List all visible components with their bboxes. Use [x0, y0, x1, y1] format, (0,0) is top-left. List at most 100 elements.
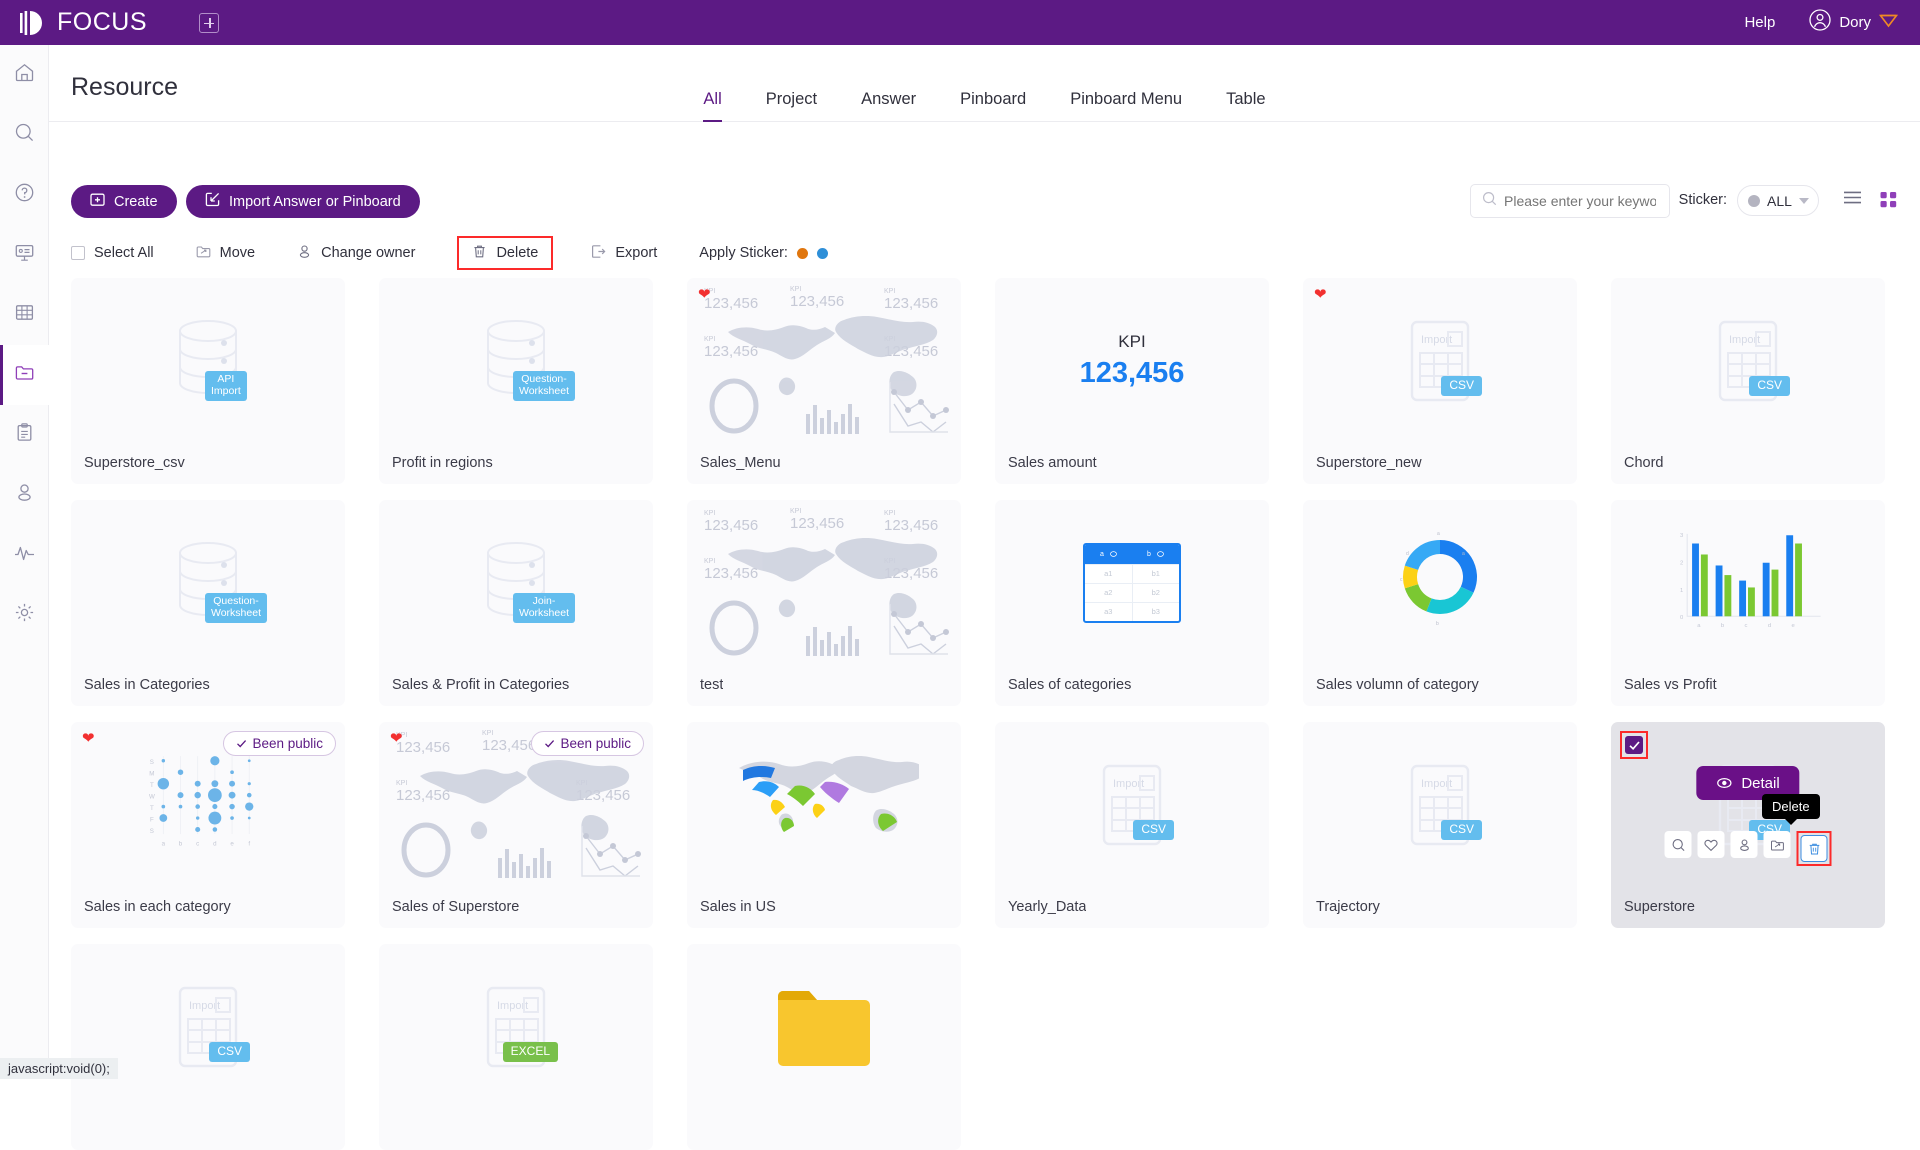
plus-square-icon[interactable] [199, 13, 219, 33]
card-thumbnail: 0123abcde [1611, 500, 1885, 665]
search-icon[interactable] [1665, 831, 1692, 858]
favorite-heart-icon[interactable]: ❤ [698, 287, 711, 302]
resource-card[interactable]: KPI 123,456 Sales amount [995, 278, 1269, 484]
change-owner-action[interactable]: Change owner [297, 238, 415, 268]
donut-thumb: a a b c d [1392, 529, 1488, 636]
sidebar-item-settings[interactable] [0, 585, 49, 645]
resource-card[interactable]: 0123abcdeSales vs Profit [1611, 500, 1885, 706]
sidebar-item-help[interactable] [0, 165, 49, 225]
move-icon[interactable] [1764, 831, 1791, 858]
resource-card[interactable] [687, 944, 961, 1150]
tab-project[interactable]: Project [744, 90, 839, 121]
card-thumbnail: Import CSV [1303, 722, 1577, 887]
card-select-checkbox[interactable] [1625, 736, 1643, 754]
list-view-button[interactable] [1843, 190, 1862, 210]
help-link[interactable]: Help [1744, 14, 1775, 31]
svg-text:c: c [1745, 623, 1748, 629]
resource-card[interactable]: Sales in US [687, 722, 961, 928]
grid-view-button[interactable] [1879, 190, 1898, 214]
resource-card[interactable]: KPI123,456KPI123,456KPI123,456KPI123,456… [687, 278, 961, 484]
sticker-filter-select[interactable]: ALL [1737, 185, 1819, 216]
tab-pinboard-menu[interactable]: Pinboard Menu [1048, 90, 1204, 121]
thumb-type-badge: Join- Worksheet [513, 593, 575, 623]
sidebar-item-tasks[interactable] [0, 405, 49, 465]
file-thumb-icon: Import CSV [1410, 320, 1470, 402]
resource-card[interactable]: Question- Worksheet Sales in Categories [71, 500, 345, 706]
resource-card-grid: API Import Superstore_csv Question- Work… [71, 278, 1903, 1150]
user-menu[interactable]: Dory [1809, 9, 1898, 36]
resource-card[interactable]: Import CSV Trajectory [1303, 722, 1577, 928]
svg-text:b: b [179, 841, 183, 848]
card-thumbnail: KPI 123,456 [995, 278, 1269, 443]
favorite-heart-icon[interactable]: ❤ [390, 731, 403, 746]
resource-card[interactable]: Import CSV Yearly_Data [995, 722, 1269, 928]
bulk-action-row: Select All Move Change owner Delete Expo… [71, 238, 828, 268]
tab-all[interactable]: All [681, 90, 743, 121]
resource-card[interactable]: Import CSV Superstore Detail Delete [1611, 722, 1885, 928]
resource-card[interactable]: KPI123,456KPI123,456KPI123,456KPI123,456… [687, 500, 961, 706]
delete-label: Delete [496, 245, 538, 261]
person-icon[interactable] [1731, 831, 1758, 858]
delete-action[interactable]: Delete [457, 236, 553, 270]
select-all-action[interactable]: Select All [71, 238, 154, 268]
sidebar-item-search[interactable] [0, 105, 49, 165]
select-all-checkbox[interactable] [71, 246, 85, 260]
favorite-heart-icon[interactable]: ❤ [1314, 287, 1327, 302]
sidebar-item-resource[interactable] [0, 345, 49, 405]
resource-card[interactable]: Question- Worksheet Profit in regions [379, 278, 653, 484]
focus-logo-icon [20, 10, 50, 36]
resource-card[interactable]: Import CSV [71, 944, 345, 1150]
sticker-blue-dot[interactable] [817, 248, 828, 259]
search-box[interactable] [1470, 184, 1670, 218]
resource-card[interactable]: Import EXCEL [379, 944, 653, 1150]
svg-text:T: T [150, 805, 154, 812]
tab-table[interactable]: Table [1204, 90, 1287, 121]
been-public-label: Been public [560, 736, 631, 751]
check-icon [1628, 739, 1641, 752]
sidebar-item-pinboard[interactable] [0, 225, 49, 285]
resource-card[interactable]: Import CSV ❤Superstore_new [1303, 278, 1577, 484]
heart-icon[interactable] [1698, 831, 1725, 858]
resource-card[interactable]: SMTWTFSabcdef❤ Been publicSales in each … [71, 722, 345, 928]
create-button[interactable]: Create [71, 185, 177, 218]
resource-card[interactable]: API Import Superstore_csv [71, 278, 345, 484]
svg-text:a: a [162, 841, 166, 848]
folder-thumb-icon [778, 988, 870, 1066]
sidebar-item-table[interactable] [0, 285, 49, 345]
tab-answer[interactable]: Answer [839, 90, 938, 121]
sidebar-item-monitor[interactable] [0, 525, 49, 585]
resource-card[interactable]: KPI123,456KPI123,456KPI123,456KPI123,456… [379, 722, 653, 928]
file-thumb-icon: Import CSV [1410, 764, 1470, 846]
search-input[interactable] [1504, 193, 1656, 209]
resource-card[interactable]: Join- Worksheet Sales & Profit in Catego… [379, 500, 653, 706]
export-action[interactable]: Export [591, 238, 657, 268]
svg-text:W: W [149, 794, 155, 801]
card-thumbnail: Import CSV [1611, 278, 1885, 443]
card-title: Sales_Menu [700, 455, 781, 471]
tab-pinboard[interactable]: Pinboard [938, 90, 1048, 121]
presentation-icon [14, 242, 35, 268]
clipboard-icon [14, 422, 35, 448]
card-title: Superstore [1624, 899, 1695, 915]
resource-card[interactable]: a a b c dSales volumn of category [1303, 500, 1577, 706]
sticker-orange-dot[interactable] [797, 248, 808, 259]
sidebar-item-home[interactable] [0, 45, 49, 105]
avatar-icon [1809, 9, 1831, 36]
card-thumbnail: Question- Worksheet [379, 278, 653, 443]
search-icon [1482, 191, 1497, 211]
favorite-heart-icon[interactable]: ❤ [82, 731, 95, 746]
bar-chart-thumb: 0123abcde [1673, 528, 1823, 637]
select-all-label: Select All [94, 245, 154, 261]
move-action[interactable]: Move [196, 238, 255, 268]
app-logo[interactable]: FOCUS [20, 8, 147, 37]
sticker-color-dot [1748, 195, 1760, 207]
import-button[interactable]: Import Answer or Pinboard [186, 185, 420, 218]
resource-card[interactable]: a b a1b1a2b2a3b3 Sales of categories [995, 500, 1269, 706]
sidebar-item-user[interactable] [0, 465, 49, 525]
card-title: Superstore_csv [84, 455, 185, 471]
resource-card[interactable]: Import CSV Chord [1611, 278, 1885, 484]
left-sidebar [0, 45, 49, 1079]
trash-icon[interactable] [1801, 835, 1828, 862]
create-label: Create [114, 194, 158, 210]
thumb-type-badge: API Import [205, 371, 247, 401]
